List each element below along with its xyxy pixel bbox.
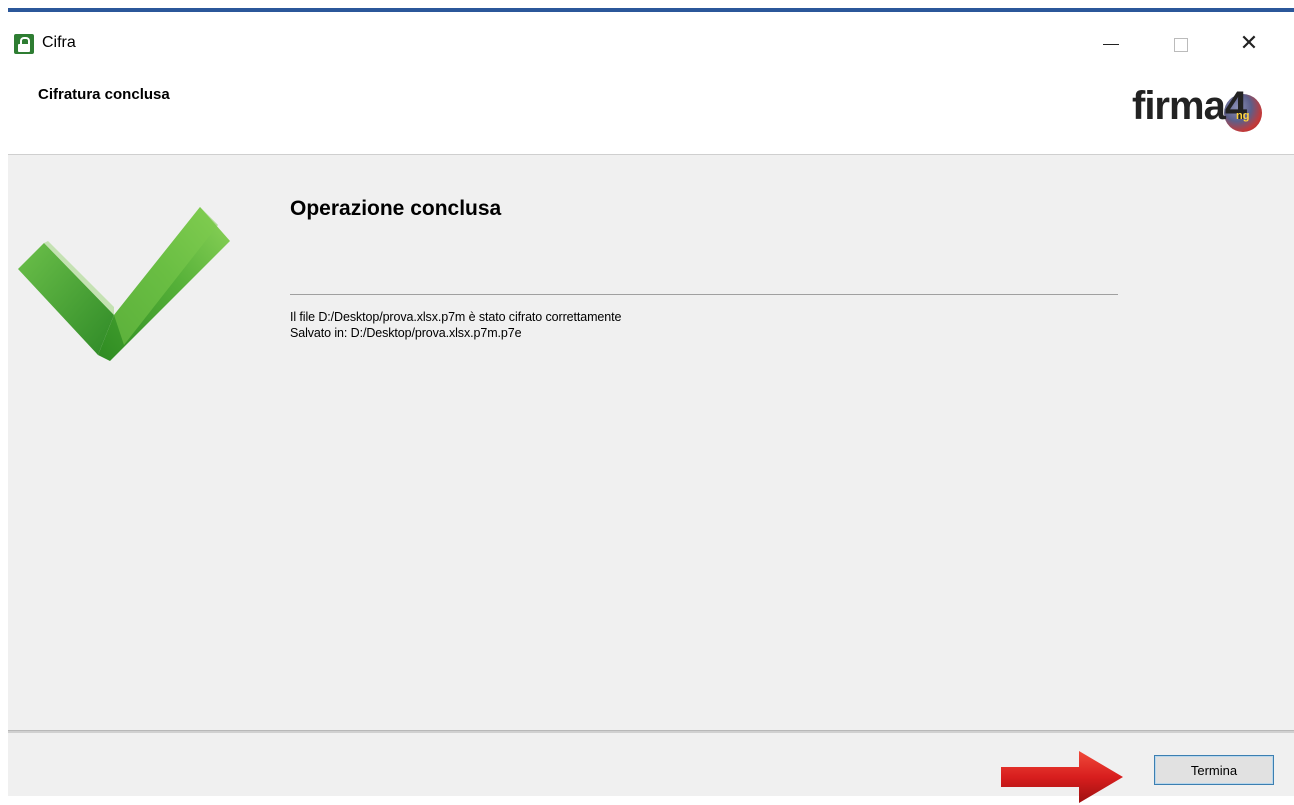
checkmark-icon bbox=[18, 207, 230, 361]
close-button[interactable]: ✕ bbox=[1226, 24, 1272, 64]
message-line-encrypted: Il file D:/Desktop/prova.xlsx.p7m è stat… bbox=[290, 310, 622, 324]
content-title: Operazione conclusa bbox=[290, 197, 502, 220]
logo-suffix: ng bbox=[1236, 110, 1250, 122]
title-bar: Cifra ✕ bbox=[8, 12, 1294, 72]
close-icon: ✕ bbox=[1239, 31, 1259, 56]
red-arrow-icon bbox=[1001, 751, 1123, 803]
content-separator bbox=[290, 294, 1118, 295]
footer-bar: Termina bbox=[8, 733, 1294, 803]
lock-icon bbox=[14, 34, 34, 54]
content-panel: Operazione conclusa Il file D:/Desktop/p… bbox=[8, 155, 1294, 730]
finish-button[interactable]: Termina bbox=[1154, 755, 1274, 785]
window-title: Cifra bbox=[42, 34, 76, 51]
message-line-saved-path: Salvato in: D:/Desktop/prova.xlsx.p7m.p7… bbox=[290, 326, 522, 340]
logo-text: firma4 bbox=[1132, 84, 1247, 128]
minimize-icon bbox=[1103, 44, 1119, 45]
dialog-window: Cifra ✕ Cifratura conclusa firma4 ng Ope… bbox=[8, 8, 1294, 803]
firma4-logo: firma4 ng bbox=[1132, 84, 1292, 144]
maximize-icon bbox=[1174, 37, 1188, 52]
minimize-button[interactable] bbox=[1088, 24, 1134, 64]
maximize-button[interactable] bbox=[1158, 24, 1204, 64]
header-title: Cifratura conclusa bbox=[38, 86, 170, 103]
